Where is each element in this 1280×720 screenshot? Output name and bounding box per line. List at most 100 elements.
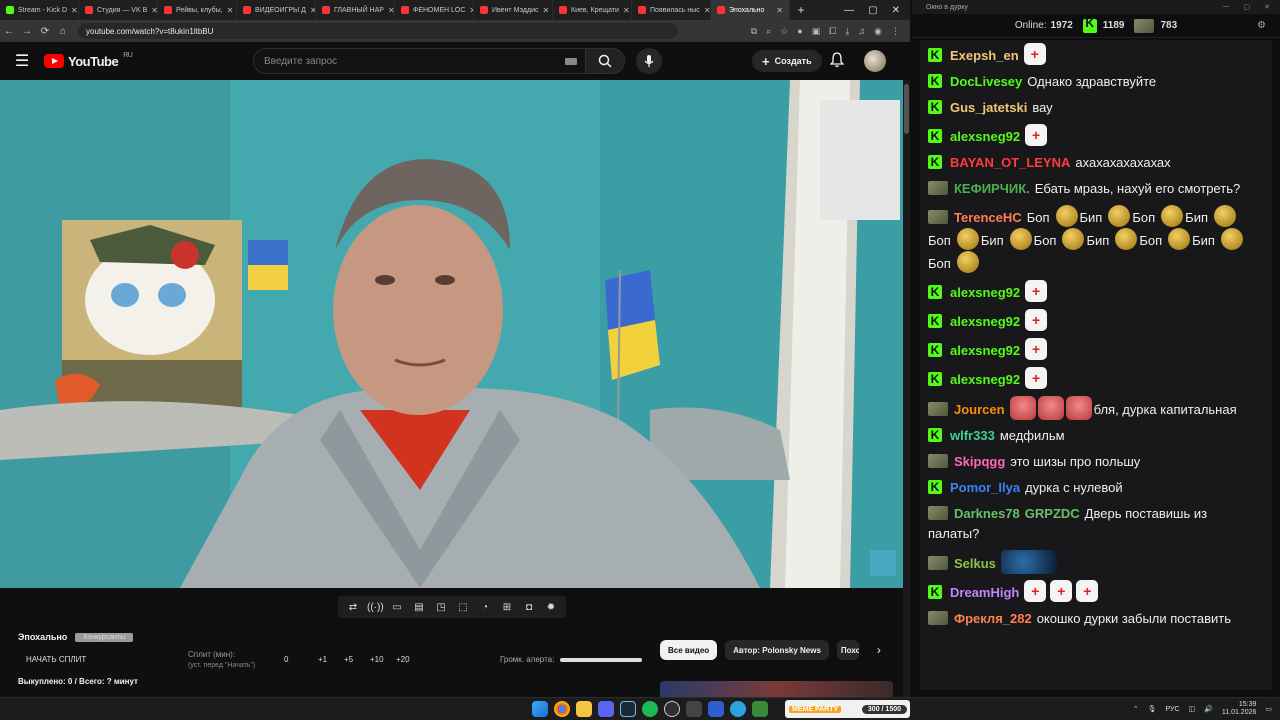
split-value-button[interactable]: 0 [284,655,310,664]
explorer-icon[interactable] [576,701,592,717]
network-icon[interactable]: ◫ [1189,705,1196,713]
search-input[interactable]: Введите запрос [253,48,585,74]
create-button[interactable]: + Создать [752,50,822,72]
browser-tab[interactable]: ВИДЕОИГРЫ Д ✕ [237,0,316,20]
chat-list[interactable]: Exepsh_enDocLiveseyОднако здравствуйтеGu… [920,40,1272,690]
windows-start-icon[interactable] [532,701,548,717]
chip-similar[interactable]: Похо [836,640,859,660]
chat-username[interactable]: alexsneg92 [950,343,1020,358]
browser-tab[interactable]: Эпохально ✕ [711,0,790,20]
home-icon[interactable]: ⌂ [54,26,72,37]
cast-icon[interactable]: ▭ [389,602,405,613]
split-value-button[interactable]: +1 [318,655,344,664]
tab-close-icon[interactable]: ✕ [227,6,234,15]
obs-icon[interactable] [664,701,680,717]
split-value-button[interactable]: +10 [370,655,396,664]
reload-icon[interactable]: ⟳ [36,26,54,37]
scrollbar-thumb[interactable] [904,84,909,134]
chat-username[interactable]: alexsneg92 [950,285,1020,300]
extension-icon[interactable]: ● [797,26,802,37]
menu-icon[interactable]: ⋮ [891,26,900,37]
close-window-icon[interactable]: ✕ [1264,3,1270,11]
browser-tab[interactable]: Рейвы, клубы, ✕ [158,0,237,20]
tab-close-icon[interactable]: ✕ [388,6,394,15]
video-thumbnail[interactable] [660,681,893,697]
broadcast-icon[interactable]: ((·)) [367,602,384,613]
split-value-button[interactable]: +5 [344,655,370,664]
keyboard-icon[interactable] [565,57,577,65]
chat-username[interactable]: Exepsh_en [950,48,1019,63]
profile-icon[interactable]: ◉ [874,26,882,37]
pip-icon[interactable]: ◳ [433,602,449,613]
tab-close-icon[interactable]: ✕ [704,6,710,15]
chat-username[interactable]: Gus_jatetski [950,100,1027,115]
chat-username[interactable]: wlfr333 [950,428,995,443]
menu-icon[interactable]: ☰ [0,51,44,71]
telegram-icon[interactable] [730,701,746,717]
chat-username[interactable]: КЕФИРЧИК. [954,181,1030,196]
browser-tab[interactable]: Появилась ныс ✕ [632,0,711,20]
chat-username[interactable]: Darknes78 [954,506,1020,521]
chip-all-videos[interactable]: Все видео [660,640,718,660]
minimize-icon[interactable]: — [844,5,854,16]
steam-icon[interactable] [620,701,636,717]
repeat-icon[interactable]: ⇄ [345,602,361,613]
spotify-icon[interactable] [642,701,658,717]
chat-username[interactable]: BAYAN_OT_LEYNA [950,155,1070,170]
chrome-icon[interactable] [554,701,570,717]
download-icon[interactable]: ⤓ [845,26,849,37]
new-tab-button[interactable]: + [790,3,812,17]
app-icon[interactable] [752,701,768,717]
chat-username[interactable]: Skipqgg [954,454,1005,469]
notification-icon[interactable]: ▭ [1265,705,1272,713]
chat-username[interactable]: alexsneg92 [950,129,1020,144]
tab-close-icon[interactable]: ✕ [151,6,157,15]
player-icon[interactable] [708,701,724,717]
chat-username[interactable]: TerenceHC [954,210,1022,225]
back-icon[interactable]: ← [0,26,18,37]
tab-close-icon[interactable]: ✕ [71,6,78,15]
browser-tab[interactable]: Киев, Крещати ✕ [553,0,632,20]
install-icon[interactable]: ⧉ [751,26,757,37]
video-player[interactable] [0,80,903,588]
chip-author[interactable]: Автор: Polonsky News [725,640,829,660]
forward-icon[interactable]: → [18,26,36,37]
chat-username[interactable]: GRPZDC [1025,506,1080,521]
page-scrollbar[interactable] [903,80,910,697]
chat-username[interactable]: alexsneg92 [950,372,1020,387]
tab-close-icon[interactable]: ✕ [543,6,550,15]
tab-close-icon[interactable]: ✕ [776,6,783,15]
mic-icon[interactable]: 🎙 [1148,705,1157,713]
split-value-button[interactable]: +20 [396,655,422,664]
url-field[interactable]: youtube.com/watch?v=t8ukin1ltbBU [78,23,678,39]
chat-username[interactable]: DreamHigh [950,585,1019,600]
camera-icon[interactable]: ◘ [521,602,537,613]
meme-party-widget[interactable]: MEME PARTY 300 / 1500 [785,700,910,718]
extensions-icon[interactable]: ⧠ [829,26,836,37]
chevron-up-icon[interactable]: ⌃ [1133,705,1139,713]
chat-username[interactable]: Jourcen [954,402,1005,417]
frame-icon[interactable]: ⬚ [455,602,471,613]
volume-icon[interactable]: 🔊 [1204,705,1213,713]
chat-username[interactable]: DocLivesey [950,74,1022,89]
alert-volume-slider[interactable] [560,657,643,662]
chat-username[interactable]: alexsneg92 [950,314,1020,329]
search-button[interactable] [585,48,625,74]
zoom-icon[interactable]: ⌕ [766,26,771,37]
media-icon[interactable]: ♫ [858,26,865,37]
clock[interactable]: 15:39 11.01.2026 [1222,701,1257,717]
app-icon[interactable] [686,701,702,717]
browser-tab[interactable]: ФЕНОМЕН LOC✕ [395,0,474,20]
minimize-icon[interactable]: — [1223,3,1230,11]
extension-icon[interactable]: ▣ [812,26,821,37]
voice-search-button[interactable] [636,48,662,74]
notifications-button[interactable] [829,52,845,73]
bookmark-icon[interactable]: ☆ [780,26,788,37]
youtube-logo[interactable]: YouTube RU [44,52,133,69]
tab-close-icon[interactable]: ✕ [623,6,630,15]
discord-icon[interactable] [598,701,614,717]
close-window-icon[interactable]: ✕ [892,5,900,16]
film-icon[interactable]: ▤ [411,602,427,613]
maximize-icon[interactable]: ▢ [1244,3,1251,11]
chat-username[interactable]: Pomor_Ilya [950,480,1020,495]
